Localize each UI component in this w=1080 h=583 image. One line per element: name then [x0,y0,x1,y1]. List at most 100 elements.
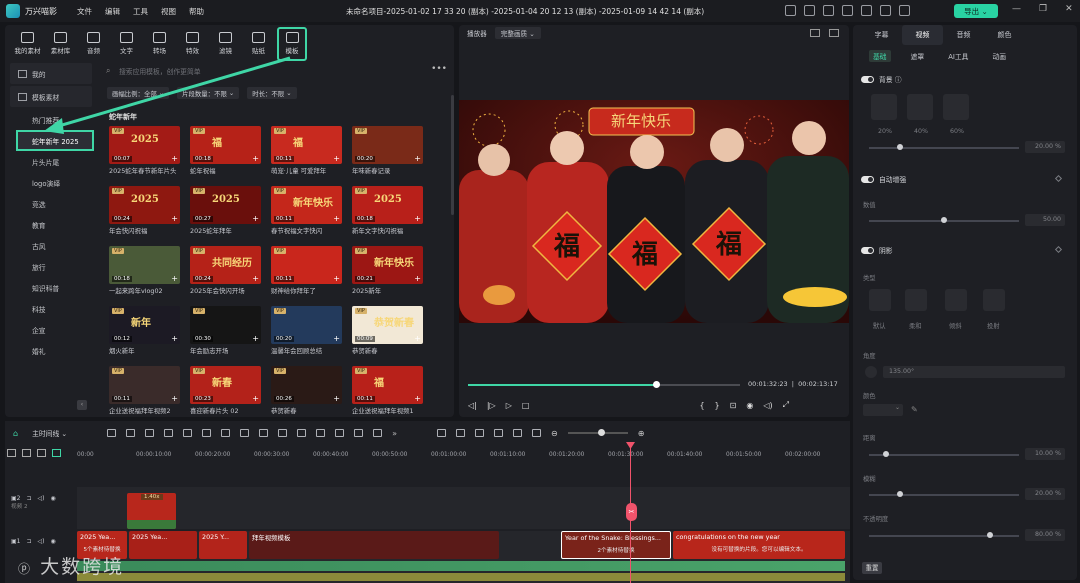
template-card[interactable]: VIP 新年 00:12 + 烟火新年 [109,306,180,356]
add-icon[interactable]: + [252,394,259,403]
shadow-type-default[interactable] [869,289,891,311]
template-thumbnail[interactable]: VIP 新年快乐 00:11 + [271,186,342,224]
crown-icon[interactable] [899,5,910,16]
time-ruler[interactable]: 00:00 00:00:10:00 00:00:20:00 00:00:30:00 00… [77,450,850,462]
add-icon[interactable]: + [414,394,421,403]
feedback-icon[interactable] [861,5,872,16]
zoom-out-icon[interactable]: ⊖ [551,429,558,438]
shadow-type-tilt[interactable] [945,289,967,311]
template-thumbnail[interactable]: VIP 新年 00:12 + [109,306,180,344]
sidebar-item-6[interactable]: 竞选 [10,193,92,214]
shield-icon[interactable] [475,429,485,437]
layout-icon[interactable] [804,5,815,16]
template-card[interactable]: VIP 新年快乐 00:11 + 春节祝福文字快闪 [271,186,342,236]
preview-video[interactable]: 福 福 福 新年快乐 [459,100,849,323]
template-thumbnail[interactable]: VIP 2025 00:18 + [352,186,423,224]
bg-preset-20[interactable] [871,94,897,120]
keyframe-tool-icon[interactable] [354,429,364,437]
keyframe-icon[interactable] [1054,174,1063,183]
color-tool-icon[interactable] [335,429,345,437]
angle-dial[interactable] [865,366,877,378]
more-tools-icon[interactable]: » [392,429,397,438]
user-icon[interactable] [880,5,891,16]
close-icon[interactable]: ✕ [1065,4,1073,14]
add-icon[interactable]: + [333,394,340,403]
opacity-value[interactable]: 80.00 % [1025,529,1065,541]
track-2-lock-icon[interactable]: ⊐ [27,495,32,502]
opacity-slider[interactable] [869,532,1019,538]
template-thumbnail[interactable]: VIP 00:18 + [109,246,180,284]
sidebar-item-8[interactable]: 古风 [10,235,92,256]
auto-enhance-toggle[interactable] [861,175,874,183]
template-scrollbar[interactable] [451,95,454,215]
record-icon[interactable] [456,429,466,437]
gift-icon[interactable] [842,5,853,16]
render-icon[interactable] [437,429,447,437]
distance-slider-knob[interactable] [883,451,889,457]
cloud-icon[interactable] [823,5,834,16]
timeline-clip[interactable]: congratulations on the new year 没有可替换的片段。… [673,531,845,559]
subtab-ai-tools[interactable]: AI工具 [944,50,972,62]
minimize-icon[interactable]: — [1012,4,1021,14]
subtab-mask[interactable]: 遮罩 [907,50,929,62]
template-card[interactable]: VIP 00:18 + 一起来跨年vlog02 [109,246,180,296]
tab-color[interactable]: 颜色 [984,25,1025,45]
add-icon[interactable]: + [171,274,178,283]
template-card[interactable]: VIP 恭贺新春 00:09 + 恭贺新春 [352,306,423,356]
export-button[interactable]: 导出 ⌄ [954,4,998,18]
add-icon[interactable]: + [252,334,259,343]
template-card[interactable]: VIP 2025 00:18 + 新年文字快闪祝福 [352,186,423,236]
redo-icon[interactable] [164,429,174,437]
sidebar-item-7[interactable]: 教育 [10,214,92,235]
split-at-playhead-icon[interactable]: ✂ [626,503,637,521]
subtab-basic[interactable]: 基础 [869,50,891,62]
enhance-slider[interactable] [869,217,1019,223]
magnet-icon[interactable] [52,449,61,457]
template-card[interactable]: VIP 00:30 + 年会励志开场 [190,306,261,356]
template-thumbnail[interactable]: VIP 2025 00:27 + [190,186,261,224]
snapshot-icon[interactable] [810,29,820,37]
playback-progress[interactable] [468,381,740,388]
timeline-clip[interactable]: 2025 Yea... [129,531,197,559]
add-icon[interactable]: + [252,274,259,283]
playback-knob[interactable] [652,381,660,388]
snap-icon[interactable] [37,449,46,457]
delete-icon[interactable] [183,429,193,437]
add-icon[interactable]: + [414,154,421,163]
template-thumbnail[interactable]: VIP 00:26 + [271,366,342,404]
template-thumbnail[interactable]: VIP 00:30 + [190,306,261,344]
template-card[interactable]: VIP 新春 00:23 + 喜迎新春片头 02 [190,366,261,416]
add-icon[interactable]: + [333,214,340,223]
sequence-selector[interactable]: 主时间线 ⌄ [32,428,67,438]
transform-icon[interactable] [297,429,307,437]
sidebar-item-5[interactable]: logo演绎 [10,172,92,193]
shadow-type-soft[interactable] [905,289,927,311]
template-card[interactable]: VIP 00:11 + 财神给你拜年了 [271,246,342,296]
angle-value[interactable]: 135.00° [883,366,1065,378]
template-thumbnail[interactable]: VIP 恭贺新春 00:09 + [352,306,423,344]
prev-frame-icon[interactable]: ◁| [468,401,477,410]
layout-grid-icon[interactable] [107,429,117,437]
template-card[interactable]: VIP 00:20 + 年味新春记录 [352,126,423,176]
add-icon[interactable]: + [252,214,259,223]
track-2-clip[interactable]: 1.40x [127,493,176,529]
template-thumbnail[interactable]: VIP 00:20 + [352,126,423,164]
add-icon[interactable]: + [333,154,340,163]
menu-view[interactable]: 视图 [161,6,176,17]
menu-help[interactable]: 帮助 [189,6,204,17]
bg-preset-60[interactable] [943,94,969,120]
more-options-icon[interactable]: ••• [431,64,447,74]
add-track-icon[interactable] [7,449,16,457]
crop-icon[interactable] [221,429,231,437]
shadow-toggle[interactable] [861,246,874,254]
timeline-clip[interactable]: Year of the Snake: Blessings... 2个素材待替换 [561,531,671,559]
template-card[interactable]: VIP 00:20 + 温馨年会回顾总结 [271,306,342,356]
background-slider[interactable] [869,144,1019,150]
template-card[interactable]: VIP 00:26 + 恭贺新春 [271,366,342,416]
template-thumbnail[interactable]: VIP 共同经历 00:24 + [190,246,261,284]
menu-tools[interactable]: 工具 [133,6,148,17]
sidebar-item-11[interactable]: 科技 [10,298,92,319]
home-icon[interactable]: ⌂ [13,429,18,438]
blur-slider-knob[interactable] [897,491,903,497]
reset-button[interactable]: 重置 [862,562,882,574]
